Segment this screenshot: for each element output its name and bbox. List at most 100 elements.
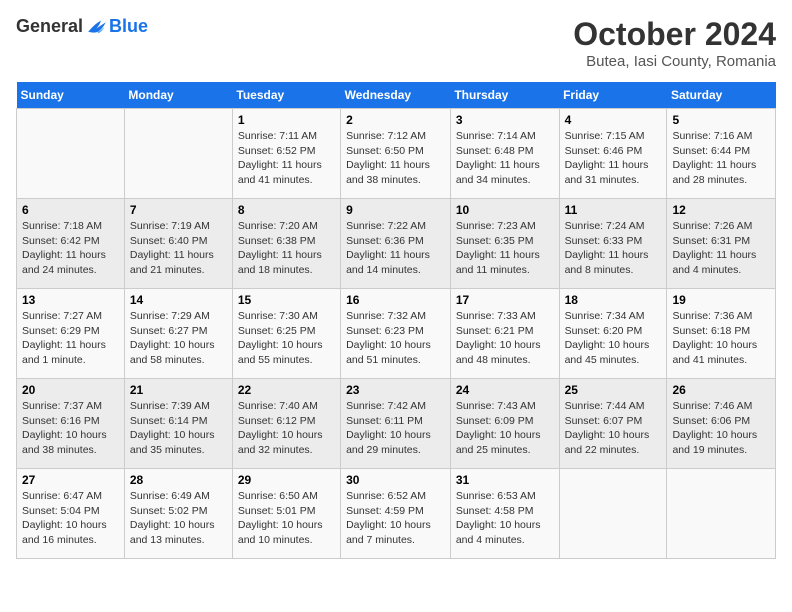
day-info: Sunrise: 7:14 AMSunset: 6:48 PMDaylight:…	[456, 129, 554, 188]
day-number: 13	[22, 293, 119, 307]
day-number: 21	[130, 383, 227, 397]
day-info: Sunrise: 7:39 AMSunset: 6:14 PMDaylight:…	[130, 399, 227, 458]
day-number: 12	[672, 203, 770, 217]
day-info: Sunrise: 6:50 AMSunset: 5:01 PMDaylight:…	[238, 489, 335, 548]
weekday-header-thursday: Thursday	[450, 82, 559, 109]
day-number: 23	[346, 383, 445, 397]
day-number: 19	[672, 293, 770, 307]
weekday-header-monday: Monday	[124, 82, 232, 109]
day-info: Sunrise: 6:53 AMSunset: 4:58 PMDaylight:…	[456, 489, 554, 548]
day-info: Sunrise: 7:27 AMSunset: 6:29 PMDaylight:…	[22, 309, 119, 368]
calendar-cell: 26 Sunrise: 7:46 AMSunset: 6:06 PMDayligh…	[667, 379, 776, 469]
day-info: Sunrise: 7:15 AMSunset: 6:46 PMDaylight:…	[565, 129, 662, 188]
calendar-cell: 27Sunrise: 6:47 AMSunset: 5:04 PMDayligh…	[17, 469, 125, 559]
calendar-cell: 28Sunrise: 6:49 AMSunset: 5:02 PMDayligh…	[124, 469, 232, 559]
day-number: 25	[565, 383, 662, 397]
calendar-cell: 9Sunrise: 7:22 AMSunset: 6:36 PMDaylight…	[341, 199, 451, 289]
day-number: 8	[238, 203, 335, 217]
day-info: Sunrise: 7:11 AMSunset: 6:52 PMDaylight:…	[238, 129, 335, 188]
day-info: Sunrise: 7:34 AMSunset: 6:20 PMDaylight:…	[565, 309, 662, 368]
calendar-cell: 25Sunrise: 7:44 AMSunset: 6:07 PMDayligh…	[559, 379, 667, 469]
day-number: 26	[672, 383, 770, 397]
calendar-cell	[124, 109, 232, 199]
day-number: 7	[130, 203, 227, 217]
calendar-cell: 13 Sunrise: 7:27 AMSunset: 6:29 PMDayligh…	[17, 289, 125, 379]
day-info: Sunrise: 7:23 AMSunset: 6:35 PMDaylight:…	[456, 219, 554, 278]
calendar-cell: 31 Sunrise: 6:53 AMSunset: 4:58 PMDayligh…	[450, 469, 559, 559]
calendar-cell: 24 Sunrise: 7:43 AMSunset: 6:09 PMDayligh…	[450, 379, 559, 469]
calendar-cell: 30 Sunrise: 6:52 AMSunset: 4:59 PMDayligh…	[341, 469, 451, 559]
calendar-cell: 19 Sunrise: 7:36 AMSunset: 6:18 PMDayligh…	[667, 289, 776, 379]
calendar-cell: 6 Sunrise: 7:18 AMSunset: 6:42 PMDaylight…	[17, 199, 125, 289]
calendar-body: 1Sunrise: 7:11 AMSunset: 6:52 PMDaylight…	[17, 109, 776, 559]
day-info: Sunrise: 7:43 AMSunset: 6:09 PMDaylight:…	[456, 399, 554, 458]
calendar-cell: 8 Sunrise: 7:20 AMSunset: 6:38 PMDaylight…	[232, 199, 340, 289]
day-number: 2	[346, 113, 445, 127]
day-info: Sunrise: 6:47 AMSunset: 5:04 PMDaylight:…	[22, 489, 119, 548]
day-number: 18	[565, 293, 662, 307]
day-info: Sunrise: 7:33 AMSunset: 6:21 PMDaylight:…	[456, 309, 554, 368]
calendar-cell: 11 Sunrise: 7:24 AMSunset: 6:33 PMDayligh…	[559, 199, 667, 289]
calendar-cell	[559, 469, 667, 559]
day-number: 30	[346, 473, 445, 487]
day-number: 24	[456, 383, 554, 397]
calendar-cell: 4 Sunrise: 7:15 AMSunset: 6:46 PMDaylight…	[559, 109, 667, 199]
day-number: 29	[238, 473, 335, 487]
calendar-cell: 1Sunrise: 7:11 AMSunset: 6:52 PMDaylight…	[232, 109, 340, 199]
month-title: October 2024	[573, 16, 776, 53]
calendar-cell	[667, 469, 776, 559]
calendar-cell: 10Sunrise: 7:23 AMSunset: 6:35 PMDayligh…	[450, 199, 559, 289]
day-number: 17	[456, 293, 554, 307]
day-info: Sunrise: 7:42 AMSunset: 6:11 PMDaylight:…	[346, 399, 445, 458]
weekday-header-friday: Friday	[559, 82, 667, 109]
weekday-header-tuesday: Tuesday	[232, 82, 340, 109]
subtitle: Butea, Iasi County, Romania	[573, 53, 776, 70]
calendar-cell: 21 Sunrise: 7:39 AMSunset: 6:14 PMDayligh…	[124, 379, 232, 469]
weekday-header-wednesday: Wednesday	[341, 82, 451, 109]
day-number: 20	[22, 383, 119, 397]
calendar-cell: 23 Sunrise: 7:42 AMSunset: 6:11 PMDayligh…	[341, 379, 451, 469]
calendar-cell: 14Sunrise: 7:29 AMSunset: 6:27 PMDayligh…	[124, 289, 232, 379]
calendar-cell: 29 Sunrise: 6:50 AMSunset: 5:01 PMDayligh…	[232, 469, 340, 559]
calendar-header: SundayMondayTuesdayWednesdayThursdayFrid…	[17, 82, 776, 109]
calendar-cell	[17, 109, 125, 199]
day-number: 31	[456, 473, 554, 487]
logo: General Blue	[16, 16, 148, 37]
calendar-cell: 3 Sunrise: 7:14 AMSunset: 6:48 PMDaylight…	[450, 109, 559, 199]
calendar-cell: 18 Sunrise: 7:34 AMSunset: 6:20 PMDayligh…	[559, 289, 667, 379]
logo-general-text: General	[16, 16, 83, 37]
calendar-cell: 17 Sunrise: 7:33 AMSunset: 6:21 PMDayligh…	[450, 289, 559, 379]
weekday-header-sunday: Sunday	[17, 82, 125, 109]
day-info: Sunrise: 7:19 AMSunset: 6:40 PMDaylight:…	[130, 219, 227, 278]
calendar-cell: 12Sunrise: 7:26 AMSunset: 6:31 PMDayligh…	[667, 199, 776, 289]
calendar-week-row: 6 Sunrise: 7:18 AMSunset: 6:42 PMDaylight…	[17, 199, 776, 289]
calendar-cell: 16Sunrise: 7:32 AMSunset: 6:23 PMDayligh…	[341, 289, 451, 379]
day-info: Sunrise: 7:36 AMSunset: 6:18 PMDaylight:…	[672, 309, 770, 368]
day-info: Sunrise: 7:12 AMSunset: 6:50 PMDaylight:…	[346, 129, 445, 188]
weekday-header-saturday: Saturday	[667, 82, 776, 109]
day-info: Sunrise: 7:40 AMSunset: 6:12 PMDaylight:…	[238, 399, 335, 458]
day-info: Sunrise: 6:52 AMSunset: 4:59 PMDaylight:…	[346, 489, 445, 548]
day-info: Sunrise: 7:29 AMSunset: 6:27 PMDaylight:…	[130, 309, 227, 368]
day-number: 16	[346, 293, 445, 307]
day-number: 28	[130, 473, 227, 487]
day-info: Sunrise: 7:20 AMSunset: 6:38 PMDaylight:…	[238, 219, 335, 278]
calendar-week-row: 1Sunrise: 7:11 AMSunset: 6:52 PMDaylight…	[17, 109, 776, 199]
day-info: Sunrise: 7:24 AMSunset: 6:33 PMDaylight:…	[565, 219, 662, 278]
day-number: 4	[565, 113, 662, 127]
logo-blue-text: Blue	[109, 16, 148, 37]
calendar-cell: 7 Sunrise: 7:19 AMSunset: 6:40 PMDaylight…	[124, 199, 232, 289]
day-number: 6	[22, 203, 119, 217]
calendar-cell: 2 Sunrise: 7:12 AMSunset: 6:50 PMDaylight…	[341, 109, 451, 199]
day-number: 9	[346, 203, 445, 217]
header: General Blue October 2024 Butea, Iasi Co…	[16, 16, 776, 70]
calendar-cell: 15Sunrise: 7:30 AMSunset: 6:25 PMDayligh…	[232, 289, 340, 379]
calendar-week-row: 27Sunrise: 6:47 AMSunset: 5:04 PMDayligh…	[17, 469, 776, 559]
day-number: 11	[565, 203, 662, 217]
day-number: 3	[456, 113, 554, 127]
day-info: Sunrise: 7:46 AMSunset: 6:06 PMDaylight:…	[672, 399, 770, 458]
calendar: SundayMondayTuesdayWednesdayThursdayFrid…	[16, 82, 776, 559]
day-number: 5	[672, 113, 770, 127]
day-info: Sunrise: 7:18 AMSunset: 6:42 PMDaylight:…	[22, 219, 119, 278]
calendar-week-row: 20Sunrise: 7:37 AMSunset: 6:16 PMDayligh…	[17, 379, 776, 469]
